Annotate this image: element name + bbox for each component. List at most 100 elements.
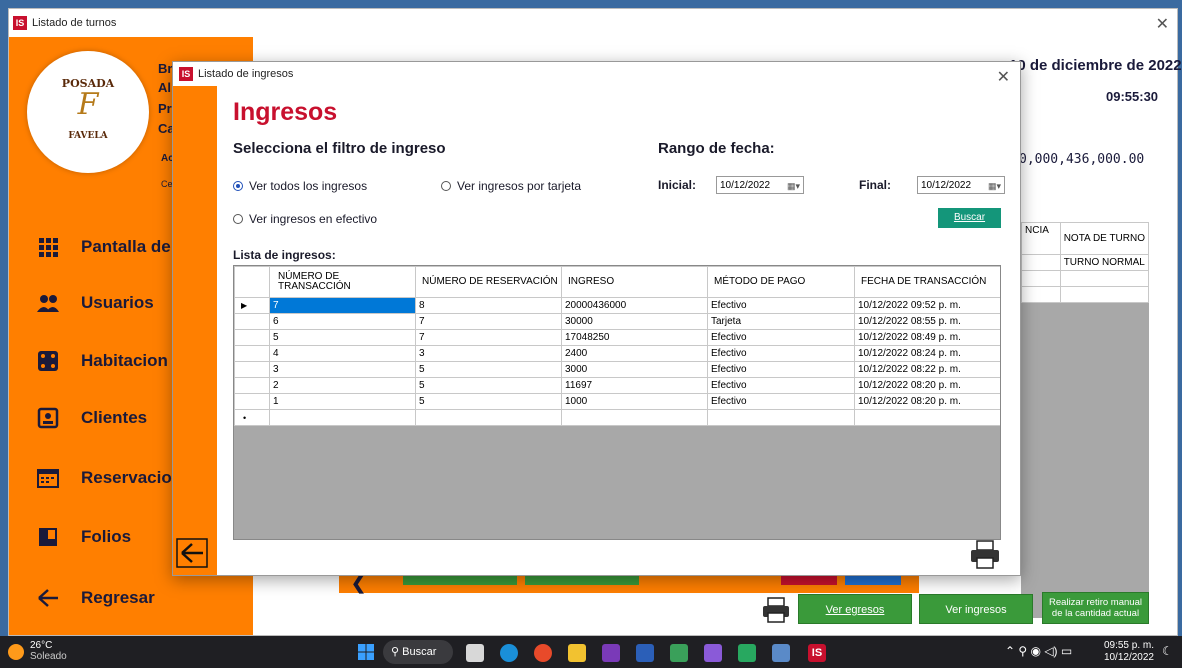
table-row[interactable]: 3 5 3000 Efectivo 10/12/2022 08:22 p. m.	[234, 361, 1000, 378]
radio-cash-ingresos[interactable]: Ver ingresos en efectivo	[233, 212, 377, 226]
chevron-left-icon[interactable]: ❮	[351, 573, 366, 594]
table-cell[interactable]	[561, 409, 708, 426]
ingresos-dialog: IS Listado de ingresos ✕ Ingresos Selecc…	[172, 61, 1021, 576]
column-header[interactable]: INGRESO	[561, 266, 708, 298]
back-arrow-icon[interactable]	[176, 538, 208, 568]
column-header[interactable]: NÚMERO DE RESERVACIÓN	[415, 266, 562, 298]
table-cell[interactable]: 10/12/2022 08:55 p. m.	[854, 313, 1000, 330]
table-cell[interactable]: 1000	[561, 393, 708, 410]
table-cell[interactable]: 10/12/2022 08:20 p. m.	[854, 393, 1000, 410]
grid-cell	[1059, 286, 1150, 303]
edge-icon[interactable]	[500, 644, 518, 662]
table-cell[interactable]: 10/12/2022 08:20 p. m.	[854, 377, 1000, 394]
table-cell[interactable]: Efectivo	[707, 345, 855, 362]
is-app-icon[interactable]: IS	[808, 644, 826, 662]
file-explorer-icon[interactable]	[568, 644, 586, 662]
ver-egresos-button[interactable]: Ver egresos	[798, 594, 912, 624]
final-date-picker[interactable]: 10/12/2022 ▦▾	[917, 176, 1005, 194]
table-cell[interactable]: 30000	[561, 313, 708, 330]
table-cell[interactable]: 5	[415, 377, 562, 394]
taskbar-search[interactable]: ⚲ Buscar	[383, 640, 453, 664]
column-header[interactable]: FECHA DE TRANSACCIÓN	[854, 266, 1000, 298]
list-label: Lista de ingresos:	[233, 248, 336, 262]
search-label: Buscar	[402, 646, 437, 658]
table-cell[interactable]: 2	[269, 377, 416, 394]
table-row[interactable]: 4 3 2400 Efectivo 10/12/2022 08:24 p. m.	[234, 345, 1000, 362]
table-cell[interactable]: 5	[415, 393, 562, 410]
radio-card-ingresos[interactable]: Ver ingresos por tarjeta	[441, 179, 581, 193]
page-title: Ingresos	[233, 98, 338, 126]
table-cell[interactable]: 10/12/2022 09:52 p. m.	[854, 297, 1000, 314]
initial-date-picker[interactable]: 10/12/2022 ▦▾	[716, 176, 804, 194]
notification-icon[interactable]: ☾	[1162, 644, 1173, 658]
project-icon[interactable]	[738, 644, 756, 662]
table-cell[interactable]: 8	[415, 297, 562, 314]
new-row[interactable]: •	[234, 409, 1000, 426]
row-header	[234, 329, 270, 346]
table-cell[interactable]: 4	[269, 345, 416, 362]
table-cell[interactable]: 3	[415, 345, 562, 362]
table-cell[interactable]: 6	[269, 313, 416, 330]
sidebar-item-regresar[interactable]: Regresar	[37, 585, 253, 611]
word-icon[interactable]	[636, 644, 654, 662]
sheet-icon[interactable]	[670, 644, 688, 662]
shift-grid[interactable]: NCIA NOTA DE TURNO TURNO NORMAL	[1021, 222, 1150, 618]
table-row[interactable]: ▶ 7 8 20000436000 Efectivo 10/12/2022 09…	[234, 297, 1000, 314]
sun-icon[interactable]	[8, 644, 24, 660]
table-cell[interactable]: 10/12/2022 08:49 p. m.	[854, 329, 1000, 346]
table-row[interactable]: 1 5 1000 Efectivo 10/12/2022 08:20 p. m.	[234, 393, 1000, 410]
printer-icon[interactable]	[969, 540, 1001, 570]
radio-all-ingresos[interactable]: Ver todos los ingresos	[233, 179, 367, 193]
table-cell[interactable]: 5	[415, 361, 562, 378]
table-cell[interactable]: 20000436000	[561, 297, 708, 314]
dialog-title: Listado de ingresos	[198, 68, 294, 80]
onenote-icon[interactable]	[602, 644, 620, 662]
table-cell[interactable]: 17048250	[561, 329, 708, 346]
main-close-icon[interactable]: ✕	[1156, 14, 1169, 34]
visual-studio-icon[interactable]	[704, 644, 722, 662]
table-cell[interactable]: Efectivo	[707, 329, 855, 346]
table-cell[interactable]	[415, 409, 562, 426]
task-view-icon[interactable]	[466, 644, 484, 662]
table-cell[interactable]: Efectivo	[707, 393, 855, 410]
table-cell[interactable]: 3000	[561, 361, 708, 378]
table-row[interactable]: 6 7 30000 Tarjeta 10/12/2022 08:55 p. m.	[234, 313, 1000, 330]
buscar-button[interactable]: Buscar	[938, 208, 1001, 228]
weather-widget[interactable]: 26°C Soleado	[30, 640, 67, 662]
ingresos-grid[interactable]: NÚMERO DE TRANSACCIÓN NÚMERO DE RESERVAC…	[233, 265, 1001, 540]
table-cell[interactable]: 10/12/2022 08:24 p. m.	[854, 345, 1000, 362]
chrome-icon[interactable]	[534, 644, 552, 662]
table-cell[interactable]	[707, 409, 855, 426]
column-header[interactable]: MÉTODO DE PAGO	[707, 266, 855, 298]
column-header[interactable]: NÚMERO DE TRANSACCIÓN	[269, 266, 416, 298]
table-cell[interactable]: 7	[415, 313, 562, 330]
business-line-1: Br	[158, 61, 173, 76]
initial-date-value: 10/12/2022	[720, 180, 771, 191]
table-row[interactable]: 5 7 17048250 Efectivo 10/12/2022 08:49 p…	[234, 329, 1000, 346]
table-cell[interactable]: Efectivo	[707, 361, 855, 378]
table-cell[interactable]	[269, 409, 416, 426]
calendar-icon	[37, 467, 59, 489]
table-cell[interactable]: 7	[269, 297, 416, 314]
windows-start-icon[interactable]	[358, 644, 374, 660]
photos-icon[interactable]	[772, 644, 790, 662]
table-cell[interactable]: 2400	[561, 345, 708, 362]
system-tray-icons[interactable]: ⌃ ⚲ ◉ ◁) ▭	[1005, 644, 1072, 658]
table-row[interactable]: 2 5 11697 Efectivo 10/12/2022 08:20 p. m…	[234, 377, 1000, 394]
table-cell[interactable]: 1	[269, 393, 416, 410]
table-cell[interactable]: 3	[269, 361, 416, 378]
table-cell[interactable]: 5	[269, 329, 416, 346]
table-cell[interactable]: Efectivo	[707, 297, 855, 314]
dialog-close-icon[interactable]: ✕	[997, 67, 1010, 87]
table-cell[interactable]: Efectivo	[707, 377, 855, 394]
filter-title: Selecciona el filtro de ingreso	[233, 140, 446, 157]
table-cell[interactable]	[854, 409, 1000, 426]
clock[interactable]: 09:55 p. m. 10/12/2022	[1096, 640, 1154, 664]
ver-ingresos-button[interactable]: Ver ingresos	[919, 594, 1033, 624]
table-cell[interactable]: 11697	[561, 377, 708, 394]
printer-icon[interactable]	[761, 597, 791, 623]
table-cell[interactable]: Tarjeta	[707, 313, 855, 330]
table-cell[interactable]: 7	[415, 329, 562, 346]
retiro-manual-button[interactable]: Realizar retiro manual de la cantidad ac…	[1042, 592, 1149, 624]
table-cell[interactable]: 10/12/2022 08:22 p. m.	[854, 361, 1000, 378]
